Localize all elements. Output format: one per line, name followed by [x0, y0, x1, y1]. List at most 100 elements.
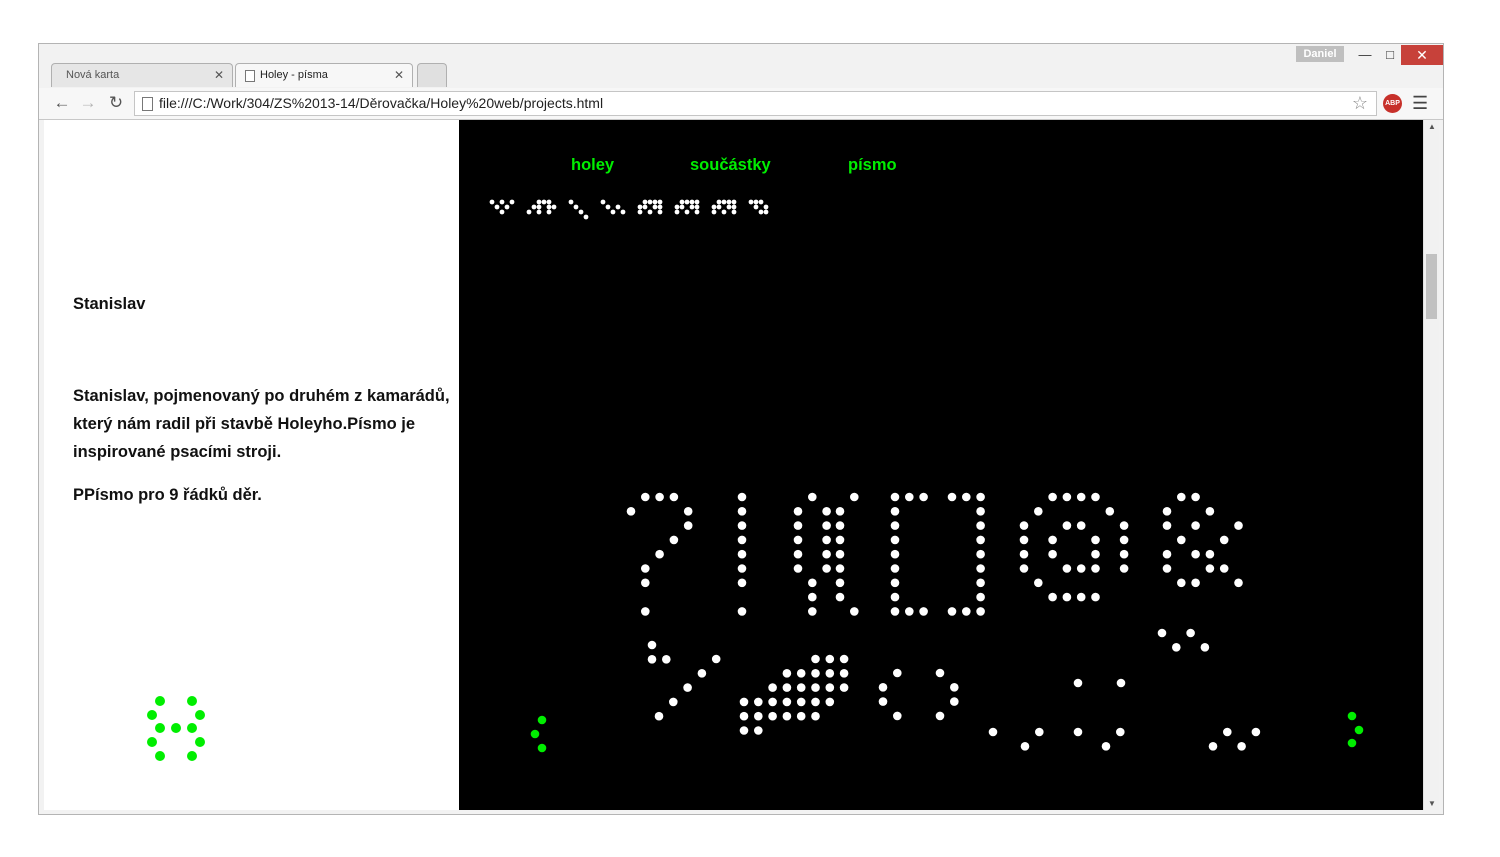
- glyph-hash-dot: [739, 697, 749, 707]
- glyph-zero-dot: [822, 507, 831, 516]
- glyph-percent-dot: [647, 655, 657, 664]
- header-glyph-dot: [637, 204, 643, 210]
- glyph-ampersand-dot: [1191, 549, 1200, 559]
- glyph-at-dot: [1048, 549, 1057, 559]
- glyph-ampersand-dot: [1191, 521, 1200, 530]
- header-glyph-dot: [531, 204, 537, 210]
- glyph-colon-dot: [1073, 678, 1083, 688]
- browser-window: Daniel — □ ✕ Nová karta ✕ Holey - písma …: [38, 43, 1444, 815]
- glyph-slash-dot: [683, 683, 692, 692]
- header-glyph-dot: [578, 209, 584, 215]
- header-glyph-dot: [647, 209, 653, 215]
- glyph-slash-dot: [654, 711, 664, 721]
- glyph-hash-dot: [782, 697, 792, 707]
- glyph-percent-dot: [647, 640, 657, 650]
- logo-dot: [171, 723, 181, 733]
- glyph-rbracket-dot: [976, 507, 985, 516]
- close-window-button[interactable]: ✕: [1401, 45, 1443, 65]
- glyph-at-dot: [1019, 564, 1029, 573]
- header-glyph-dot: [541, 199, 547, 205]
- scroll-up-icon[interactable]: ▲: [1424, 122, 1439, 131]
- font-note: PPísmo pro 9 řádků děr.: [73, 486, 262, 504]
- header-glyph-dot: [721, 209, 727, 215]
- maximize-button[interactable]: □: [1376, 45, 1404, 65]
- header-glyph-dot: [716, 204, 722, 210]
- glyph-exclam-dot: [737, 507, 747, 516]
- header-glyph-dot: [731, 209, 737, 215]
- prev-arrow-icon: [530, 729, 540, 739]
- glyph-quote-dot: [1172, 643, 1181, 652]
- glyph-brace-dot: [850, 492, 859, 502]
- glyph-hash-dot: [811, 654, 820, 664]
- glyph-hash-dot: [796, 711, 806, 721]
- glyph-brace-dot: [835, 521, 845, 530]
- scroll-down-icon[interactable]: ▼: [1424, 799, 1439, 808]
- tab-holey-pisma[interactable]: Holey - písma ✕: [235, 63, 413, 87]
- scrollbar[interactable]: ▲ ▼: [1423, 120, 1439, 810]
- glyph-brace-dot: [835, 507, 845, 516]
- close-icon[interactable]: ✕: [394, 64, 404, 86]
- glyph-at-dot: [1076, 492, 1086, 502]
- glyph-hash-dot: [768, 697, 777, 707]
- new-tab-button[interactable]: [417, 63, 447, 87]
- toolbar: ← → ↻ file:///C:/Work/304/ZS%2013-14/Děr…: [39, 88, 1443, 120]
- header-glyph-dot: [711, 209, 717, 215]
- tab-label: Nová karta: [66, 69, 120, 81]
- glyph-question-dot: [683, 521, 693, 530]
- logo-dot: [147, 710, 157, 720]
- bookmark-star-icon[interactable]: ☆: [1352, 92, 1368, 114]
- header-glyph-dot: [657, 209, 663, 215]
- glyph-ampersand-dot: [1234, 578, 1243, 588]
- glyph-rbracket-dot: [976, 535, 985, 545]
- glyph-hash-dot: [739, 726, 749, 735]
- glyph-zero-dot: [822, 535, 831, 545]
- glyph-period-dot: [988, 727, 998, 737]
- glyph-ampersand-dot: [1219, 535, 1229, 545]
- glyph-hash-dot: [754, 711, 763, 721]
- glyph-question-dot: [641, 492, 650, 502]
- glyph-ampersand-dot: [1205, 507, 1215, 516]
- glyph-at-dot: [1119, 564, 1129, 573]
- glyph-question-dot: [641, 564, 650, 573]
- dot-font-glyphs: [489, 199, 1364, 753]
- forward-button[interactable]: →: [77, 92, 99, 114]
- glyph-ampersand-dot: [1162, 564, 1172, 573]
- glyph-at-dot: [1062, 492, 1072, 502]
- close-icon[interactable]: ✕: [214, 64, 224, 86]
- glyph-quote-dot: [1157, 628, 1167, 638]
- glyph-at-dot: [1019, 549, 1029, 559]
- user-badge[interactable]: Daniel: [1296, 46, 1344, 62]
- glyph-lbracket-dot: [919, 492, 928, 502]
- glyph-ampersand-dot: [1177, 578, 1186, 588]
- glyph-dquote-dot: [1208, 742, 1218, 751]
- minimize-button[interactable]: —: [1351, 45, 1379, 65]
- address-bar[interactable]: file:///C:/Work/304/ZS%2013-14/Děrovačka…: [134, 91, 1377, 116]
- header-glyph-dot: [583, 214, 589, 220]
- header-glyph-dot: [711, 204, 717, 210]
- tab-new-tab[interactable]: Nová karta ✕: [51, 63, 233, 87]
- glyph-rbracket-dot: [976, 492, 985, 502]
- header-glyph-dot: [721, 199, 727, 205]
- menu-icon[interactable]: ☰: [1412, 91, 1428, 115]
- logo-dot: [195, 710, 205, 720]
- header-glyph-dot: [652, 199, 658, 205]
- back-button[interactable]: ←: [51, 92, 73, 114]
- header-glyph-dot: [694, 199, 700, 205]
- glyph-ampersand-dot: [1191, 578, 1200, 588]
- logo-dot: [155, 751, 165, 761]
- glyph-at-dot: [1119, 535, 1129, 545]
- header-glyph-dot: [694, 209, 700, 215]
- glyph-zero-dot: [822, 521, 831, 530]
- reload-button[interactable]: ↻: [105, 92, 127, 114]
- glyph-zero-dot: [793, 535, 803, 545]
- scroll-thumb[interactable]: [1426, 254, 1437, 319]
- glyph-question-dot: [669, 535, 679, 545]
- header-glyph-dot: [684, 199, 690, 205]
- glyph-hash-dot: [782, 711, 792, 721]
- adblock-icon[interactable]: ABP: [1383, 94, 1402, 113]
- font-title: Stanislav: [73, 295, 146, 313]
- glyph-gt-dot: [950, 683, 959, 692]
- header-glyph-dot: [494, 204, 500, 210]
- glyph-ampersand-dot: [1162, 549, 1172, 559]
- glyph-ampersand-dot: [1177, 492, 1186, 502]
